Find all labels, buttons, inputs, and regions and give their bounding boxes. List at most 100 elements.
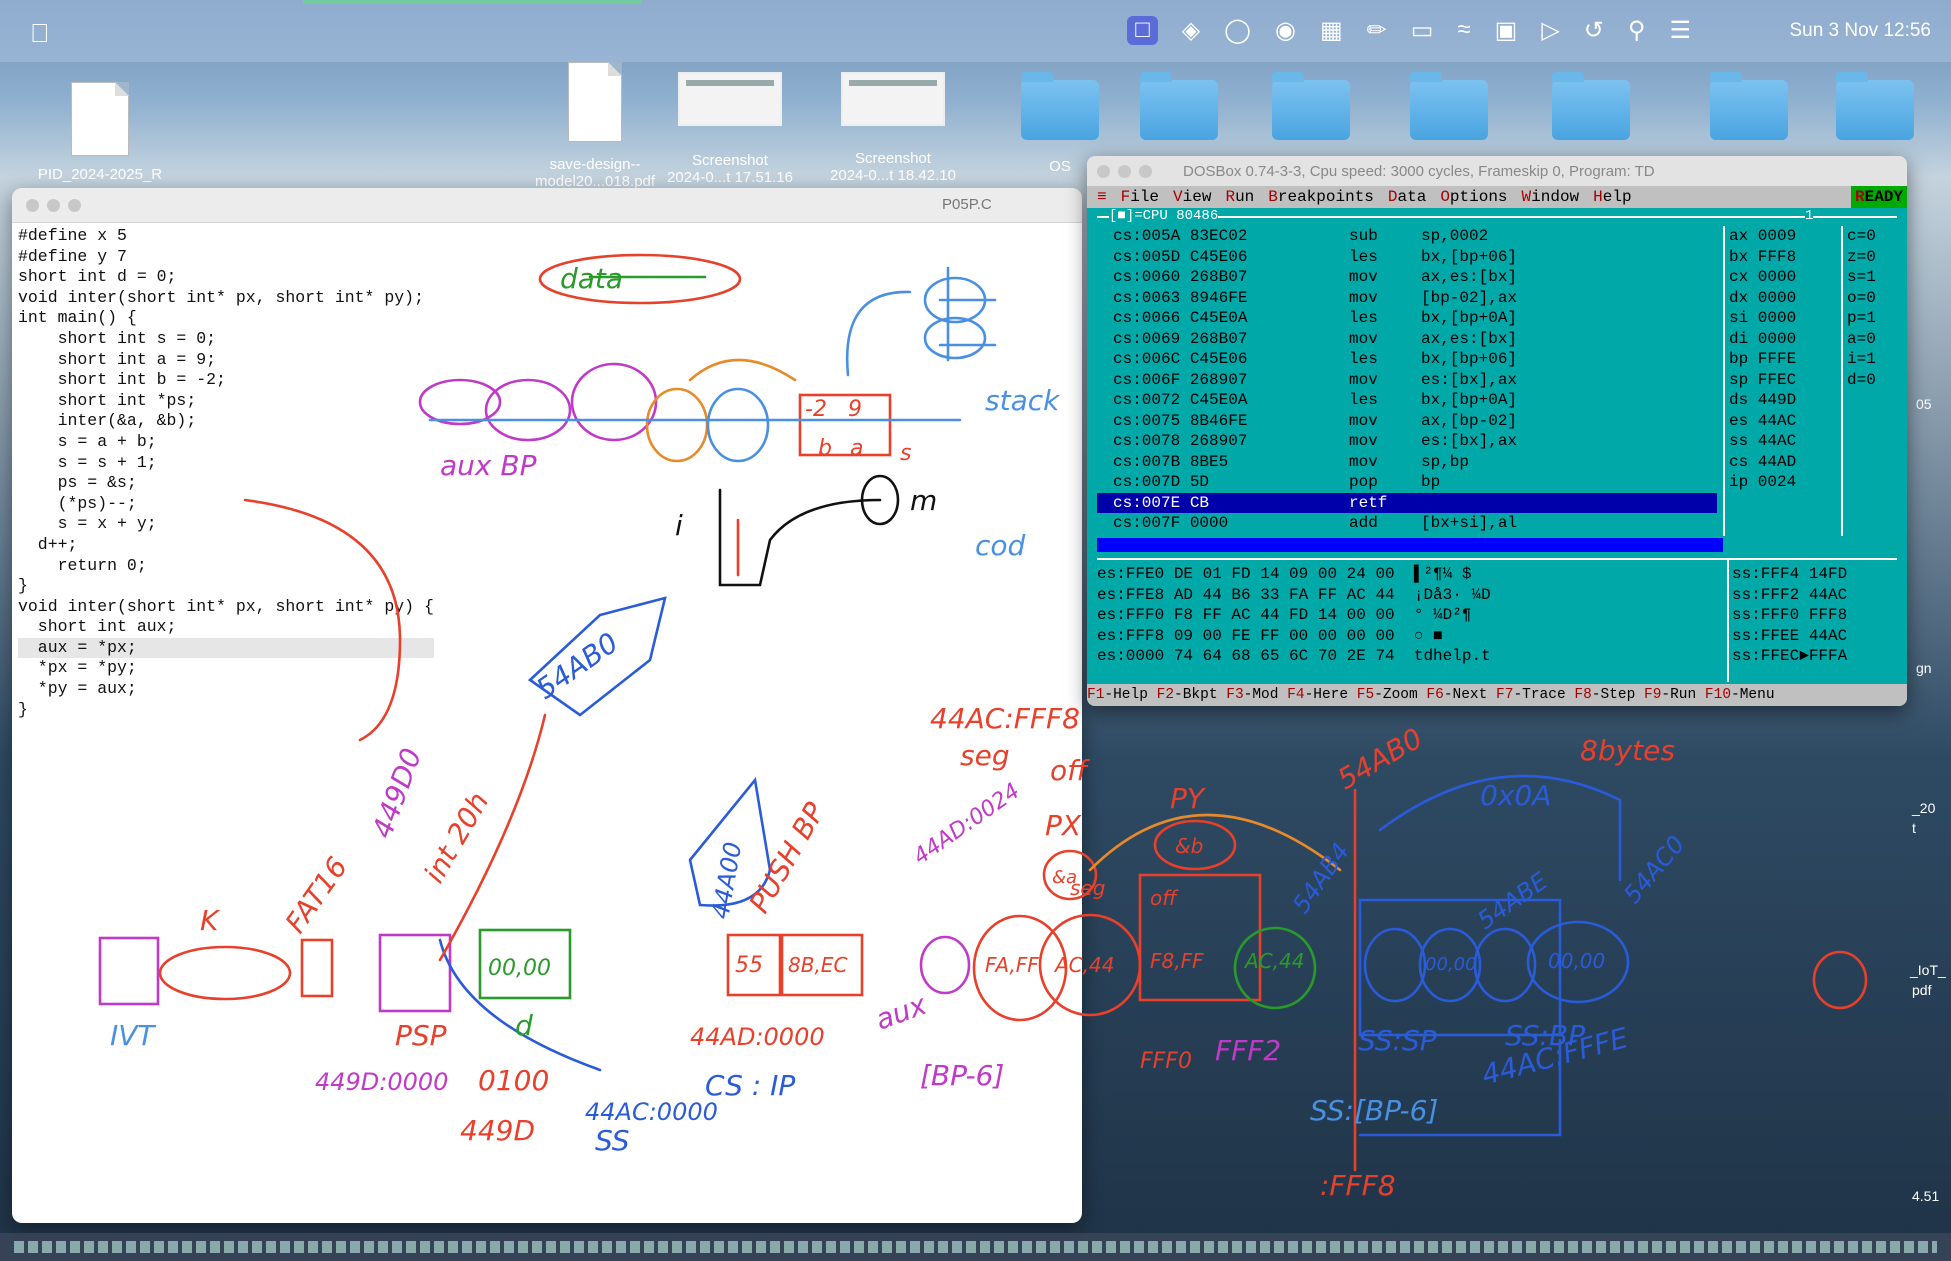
- dump-row[interactable]: es:FFE8 AD 44 B6 33 FA FF AC 44 ¡Då3· ¼D: [1097, 585, 1727, 606]
- folder-icon[interactable]: [1552, 72, 1630, 140]
- code-line[interactable]: return 0;: [18, 556, 434, 577]
- stack-row[interactable]: ss:FFF4 14FD: [1732, 564, 1902, 585]
- folder-icon[interactable]: [1710, 72, 1788, 140]
- disassembly-row[interactable]: cs:0069 268B07 mov ax,es:[bx]: [1097, 329, 1717, 350]
- td-menu-run[interactable]: Run: [1225, 188, 1254, 206]
- code-line[interactable]: void inter(short int* px, short int* py)…: [18, 597, 434, 618]
- registers-pane[interactable]: ax 0009 bx FFF8 cx 0000 dx 0000 si 0000 di 00…: [1729, 226, 1837, 493]
- minimize-button[interactable]: [47, 199, 60, 212]
- disassembly-row[interactable]: cs:005D C45E06 les bx,[bp+06]: [1097, 247, 1717, 268]
- globe-icon[interactable]: ◉: [1275, 16, 1296, 45]
- desktop-item-pid[interactable]: PID_2024-2025_R: [20, 82, 180, 183]
- disassembly-row[interactable]: cs:0078 268907 mov es:[bx],ax: [1097, 431, 1717, 452]
- code-line[interactable]: #define x 5: [18, 226, 434, 247]
- disassembly-row[interactable]: cs:007D 5D pop bp: [1097, 472, 1717, 493]
- system-menu-icon[interactable]: ≡: [1097, 188, 1107, 206]
- code-line[interactable]: s = x + y;: [18, 514, 434, 535]
- register-value[interactable]: si 0000: [1729, 308, 1837, 329]
- code-line[interactable]: void inter(short int* px, short int* py)…: [18, 288, 434, 309]
- code-line[interactable]: short int a = 9;: [18, 350, 434, 371]
- horizontal-scrollbar[interactable]: [1097, 538, 1723, 552]
- td-menu-breakpoints[interactable]: Breakpoints: [1268, 188, 1374, 206]
- play-icon[interactable]: ▷: [1541, 16, 1559, 45]
- fkey-key[interactable]: F1: [1087, 687, 1104, 703]
- stack-row[interactable]: ss:FFEE 44AC: [1732, 626, 1902, 647]
- register-value[interactable]: sp FFEC: [1729, 370, 1837, 391]
- fkey-key[interactable]: F7: [1496, 687, 1513, 703]
- battery-icon[interactable]: ▭: [1411, 16, 1434, 45]
- menu-clock[interactable]: Sun 3 Nov 12:56: [1789, 20, 1931, 42]
- flags-pane[interactable]: c=0 z=0 s=1 o=0 p=1 a=0 i=1 d=0: [1847, 226, 1897, 390]
- code-line[interactable]: int main() {: [18, 308, 434, 329]
- dump-row[interactable]: es:FFF0 F8 FF AC 44 FD 14 00 00 ° ¼D²¶: [1097, 605, 1727, 626]
- fkey-key[interactable]: F10: [1705, 687, 1731, 703]
- code-line[interactable]: (*ps)--;: [18, 494, 434, 515]
- minimize-button[interactable]: [1118, 165, 1131, 178]
- code-line[interactable]: s = s + 1;: [18, 453, 434, 474]
- desktop-item-save-design[interactable]: save-design-- model20...018.pdf: [520, 62, 670, 190]
- disassembly-row[interactable]: cs:005A 83EC02 sub sp,0002: [1097, 226, 1717, 247]
- code-line[interactable]: short int d = 0;: [18, 267, 434, 288]
- dump-row[interactable]: es:FFF8 09 00 FE FF 00 00 00 00 ○ ■: [1097, 626, 1727, 647]
- code-line[interactable]: inter(&a, &b);: [18, 411, 434, 432]
- history-icon[interactable]: ↺: [1584, 16, 1604, 45]
- fkey-key[interactable]: F5: [1357, 687, 1374, 703]
- disassembly-row[interactable]: cs:007F 0000 add [bx+si],al: [1097, 513, 1717, 534]
- register-value[interactable]: ip 0024: [1729, 472, 1837, 493]
- register-value[interactable]: cx 0000: [1729, 267, 1837, 288]
- flag-value[interactable]: i=1: [1847, 349, 1897, 370]
- fkey-key[interactable]: F3: [1226, 687, 1243, 703]
- td-menu-data[interactable]: Data: [1388, 188, 1426, 206]
- code-line[interactable]: ps = &s;: [18, 473, 434, 494]
- search-icon[interactable]: ⚲: [1628, 16, 1646, 45]
- flag-value[interactable]: s=1: [1847, 267, 1897, 288]
- desktop-item-screenshot-1[interactable]: Screenshot 2024-0...t 17.51.16: [655, 72, 805, 186]
- flag-value[interactable]: d=0: [1847, 370, 1897, 391]
- code-line[interactable]: s = a + b;: [18, 432, 434, 453]
- folder-icon[interactable]: [1410, 72, 1488, 140]
- stack-row[interactable]: ss:FFF0 FFF8: [1732, 605, 1902, 626]
- disassembly-row[interactable]: cs:007E CB retf: [1097, 492, 1717, 513]
- disassembly-row[interactable]: cs:006F 268907 mov es:[bx],ax: [1097, 370, 1717, 391]
- flag-value[interactable]: z=0: [1847, 247, 1897, 268]
- folder-icon[interactable]: [1836, 72, 1914, 140]
- fkey-key[interactable]: F6: [1426, 687, 1443, 703]
- code-line[interactable]: *py = aux;: [18, 679, 434, 700]
- fkey-key[interactable]: F4: [1287, 687, 1304, 703]
- code-line[interactable]: short int aux;: [18, 617, 434, 638]
- fkey-key[interactable]: F2: [1157, 687, 1174, 703]
- register-value[interactable]: dx 0000: [1729, 288, 1837, 309]
- flag-value[interactable]: a=0: [1847, 329, 1897, 350]
- fkey-key[interactable]: F9: [1644, 687, 1661, 703]
- qz-icon[interactable]: ▣: [1495, 16, 1518, 45]
- disassembly-row[interactable]: cs:007B 8BE5 mov sp,bp: [1097, 452, 1717, 473]
- register-value[interactable]: bx FFF8: [1729, 247, 1837, 268]
- close-button[interactable]: [26, 199, 39, 212]
- disassembly-row[interactable]: cs:006C C45E06 les bx,[bp+06]: [1097, 349, 1717, 370]
- folder-icon[interactable]: [1140, 72, 1218, 140]
- zoom-button[interactable]: [1139, 165, 1152, 178]
- desktop-item-screenshot-2[interactable]: Screenshot 2024-0...t 18.42.10: [818, 72, 968, 184]
- translate-icon[interactable]: ▦: [1320, 16, 1343, 45]
- register-value[interactable]: ds 449D: [1729, 390, 1837, 411]
- code-line[interactable]: *px = *py;: [18, 658, 434, 679]
- creative-cloud-icon[interactable]: ◯: [1224, 16, 1251, 45]
- control-center-icon[interactable]: ☰: [1669, 16, 1691, 45]
- register-value[interactable]: ax 0009: [1729, 226, 1837, 247]
- code-line[interactable]: aux = *px;: [18, 637, 434, 659]
- disassembly-row[interactable]: cs:0063 8946FE mov [bp-02],ax: [1097, 288, 1717, 309]
- register-value[interactable]: es 44AC: [1729, 411, 1837, 432]
- disassembly-row[interactable]: cs:0060 268B07 mov ax,es:[bx]: [1097, 267, 1717, 288]
- flag-value[interactable]: p=1: [1847, 308, 1897, 329]
- pen-icon[interactable]: ✏: [1367, 16, 1387, 45]
- fkey-key[interactable]: F8: [1574, 687, 1591, 703]
- td-menu-view[interactable]: View: [1173, 188, 1211, 206]
- code-line[interactable]: short int s = 0;: [18, 329, 434, 350]
- td-menu-window[interactable]: Window: [1522, 188, 1580, 206]
- zoom-button[interactable]: [68, 199, 81, 212]
- memory-dump-pane[interactable]: es:FFE0 DE 01 FD 14 09 00 24 00 ▌²¶¼ $ es…: [1097, 564, 1727, 667]
- apple-icon[interactable]: : [30, 18, 50, 49]
- screen-share-icon[interactable]: □: [1127, 16, 1158, 45]
- register-value[interactable]: cs 44AD: [1729, 452, 1837, 473]
- td-menu-help[interactable]: Help: [1593, 188, 1631, 206]
